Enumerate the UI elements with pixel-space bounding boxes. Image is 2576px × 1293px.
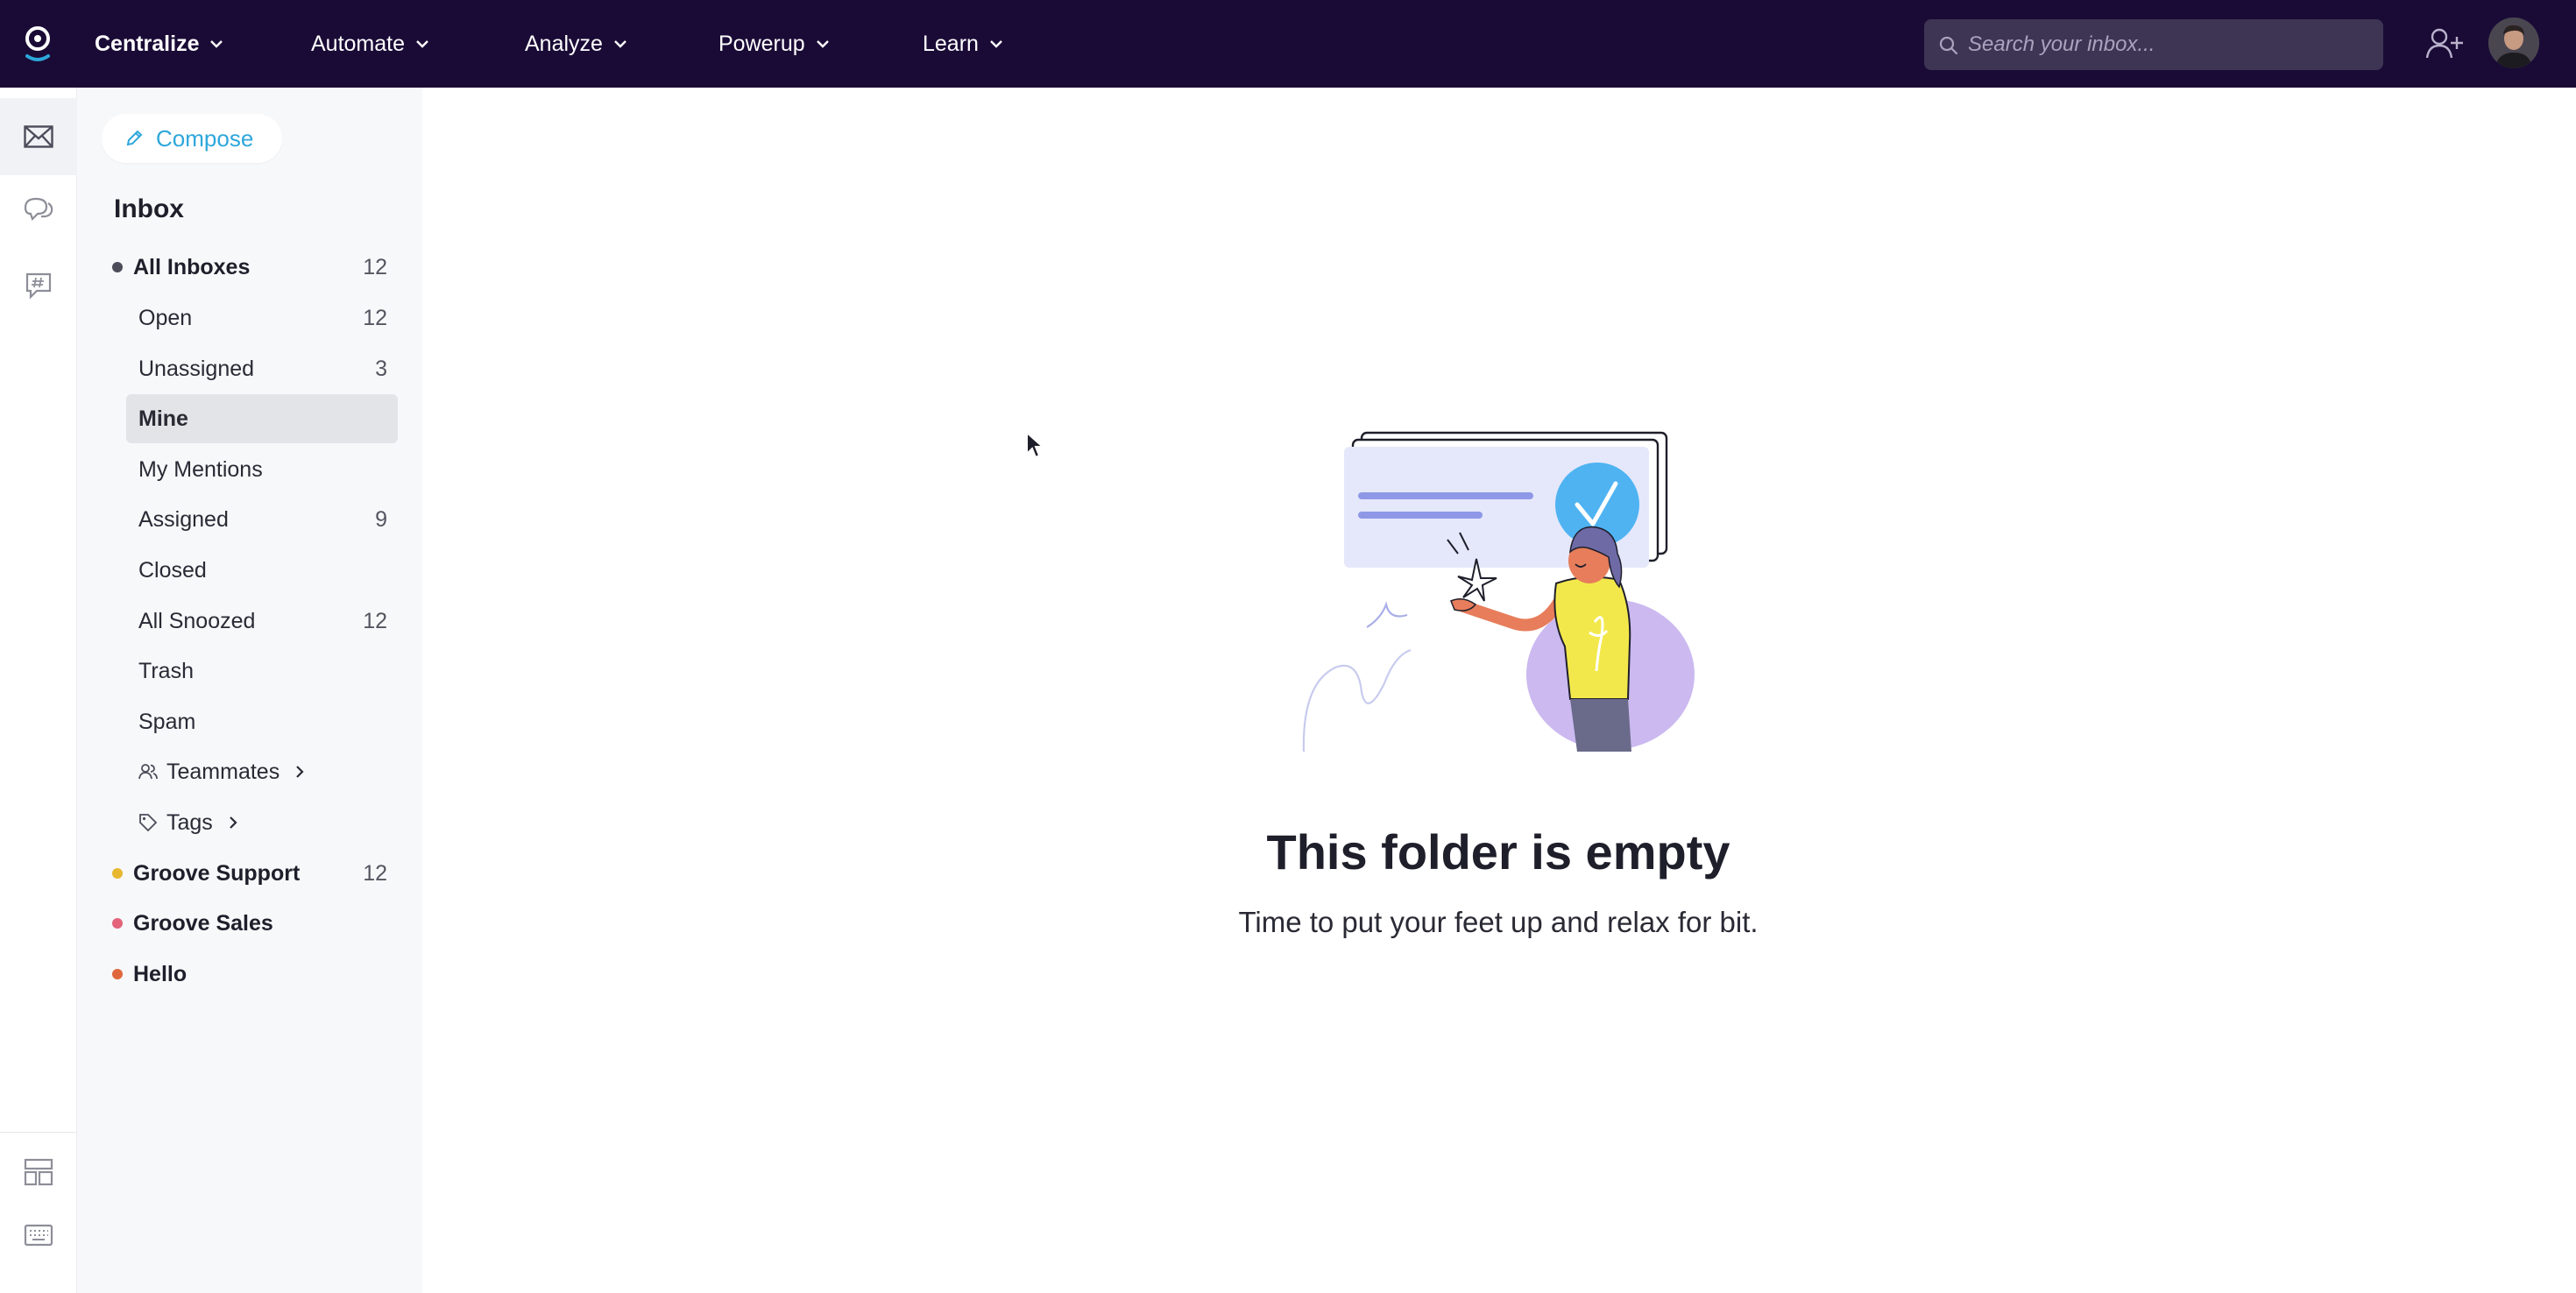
nav-learn[interactable]: Learn [923, 0, 1003, 88]
folder-count: 3 [375, 356, 387, 381]
teammates-icon [138, 764, 158, 780]
tags-item[interactable]: Tags [126, 798, 398, 847]
folder-item-all-snoozed[interactable]: All Snoozed 12 [126, 597, 398, 646]
mailbox-label: Groove Support [133, 860, 301, 886]
mail-icon [24, 125, 53, 148]
chat-icon [24, 197, 53, 222]
nav-powerup-label: Powerup [718, 31, 805, 56]
layout-icon [24, 1158, 53, 1186]
mailbox-color-dot [112, 969, 123, 979]
nav-centralize-label: Centralize [95, 31, 200, 56]
mailbox-item-groove-support[interactable]: Groove Support 12 [112, 849, 398, 898]
nav-analyze-label: Analyze [525, 31, 603, 56]
user-avatar[interactable] [2488, 18, 2539, 68]
nav-learn-label: Learn [923, 31, 979, 56]
rail-divider [0, 1132, 77, 1133]
folder-item-trash[interactable]: Trash [126, 646, 398, 696]
folder-sidebar: Compose Inbox All Inboxes 12 Open 12 Una… [77, 88, 422, 1293]
icon-rail [0, 88, 77, 1293]
mailbox-item-groove-sales[interactable]: Groove Sales [112, 899, 398, 948]
chevron-right-icon [296, 766, 304, 778]
folder-item-unassigned[interactable]: Unassigned 3 [126, 344, 398, 393]
folder-label: Unassigned [138, 356, 255, 381]
chevron-down-icon [614, 40, 626, 48]
folder-item-mine[interactable]: Mine [126, 394, 398, 443]
folder-item-my-mentions[interactable]: My Mentions [126, 445, 398, 494]
chevron-down-icon [816, 40, 829, 48]
mouse-pointer-icon [1026, 431, 1045, 459]
chevron-down-icon [416, 40, 428, 48]
folder-label: Closed [138, 557, 207, 583]
search-bar [1924, 19, 2383, 70]
folder-item-open[interactable]: Open 12 [126, 293, 398, 343]
folder-item-spam[interactable]: Spam [126, 697, 398, 746]
avatar-image [2488, 18, 2539, 68]
top-navigation-bar: Centralize Automate Analyze Powerup Lear… [0, 0, 2576, 88]
inbox-heading: Inbox [114, 194, 184, 223]
status-dot [112, 262, 123, 272]
teammates-label: Teammates [166, 759, 280, 784]
compose-label: Compose [156, 124, 254, 152]
folder-count: 9 [375, 506, 387, 532]
channel-hash-icon [25, 272, 52, 300]
empty-folder-illustration [1302, 431, 1695, 752]
folder-count: 12 [363, 608, 387, 633]
rail-keyboard-button[interactable] [0, 1197, 77, 1274]
keyboard-icon [24, 1224, 53, 1247]
mailbox-label: Hello [133, 961, 188, 986]
chevron-right-icon [230, 816, 237, 829]
folder-label: Assigned [138, 506, 229, 532]
rail-channel-button[interactable] [0, 247, 77, 324]
folder-count: 12 [363, 305, 387, 330]
mailbox-count: 12 [363, 860, 387, 886]
folder-label: Trash [138, 658, 194, 683]
all-inboxes-item[interactable]: All Inboxes 12 [112, 243, 398, 292]
chevron-down-icon [210, 40, 223, 48]
folder-item-closed[interactable]: Closed [126, 546, 398, 595]
mailbox-color-dot [112, 868, 123, 879]
folder-item-assigned[interactable]: Assigned 9 [126, 495, 398, 544]
folder-label: My Mentions [138, 456, 263, 482]
folder-label: Mine [138, 406, 188, 431]
folder-label: All Snoozed [138, 608, 256, 633]
rail-chat-button[interactable] [0, 172, 77, 249]
rail-mail-button[interactable] [0, 98, 77, 175]
tag-icon [139, 814, 158, 832]
mailbox-item-hello[interactable]: Hello [112, 950, 398, 999]
teammates-item[interactable]: Teammates [126, 747, 398, 796]
mailbox-label: Groove Sales [133, 910, 273, 936]
all-inboxes-count: 12 [363, 254, 387, 279]
folder-label: Open [138, 305, 193, 330]
folder-label: Spam [138, 709, 196, 734]
empty-state-title: This folder is empty [1266, 824, 1730, 880]
nav-centralize[interactable]: Centralize [95, 0, 223, 88]
search-icon [1939, 36, 1958, 55]
add-user-icon[interactable] [2425, 26, 2464, 61]
tags-label: Tags [166, 809, 213, 835]
nav-powerup[interactable]: Powerup [718, 0, 830, 88]
nav-automate-label: Automate [311, 31, 406, 56]
all-inboxes-label: All Inboxes [133, 254, 251, 279]
nav-analyze[interactable]: Analyze [525, 0, 627, 88]
nav-automate[interactable]: Automate [311, 0, 429, 88]
chevron-down-icon [990, 40, 1002, 48]
compose-button[interactable]: Compose [102, 114, 282, 163]
groove-logo-icon[interactable] [23, 23, 53, 65]
pencil-icon [126, 130, 143, 146]
empty-state-subtitle: Time to put your feet up and relax for b… [1238, 906, 1759, 938]
search-input[interactable] [1968, 32, 2353, 57]
mailbox-color-dot [112, 918, 123, 929]
